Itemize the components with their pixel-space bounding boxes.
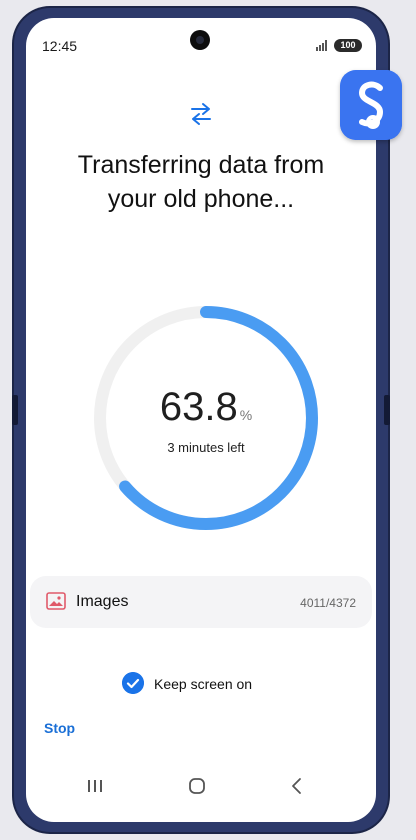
progress-value: 63.8 [159,385,238,429]
category-label: Images [76,593,129,610]
image-icon [46,592,66,610]
signal-icon [316,40,327,51]
page-title-line-2: your old phone... [107,185,295,213]
page-title-line-1: Transferring data from [77,151,325,179]
page-title: Transferring data from your old phone... [36,148,366,216]
stop-button[interactable]: Stop [44,720,75,736]
recent-apps-icon[interactable] [86,778,104,794]
progress-percentage: 63.8% [86,385,326,430]
time-remaining: 3 minutes left [167,440,245,455]
back-icon[interactable] [290,777,304,795]
battery-icon: 100 [334,39,362,52]
category-row-images: Images 4011/4372 [30,576,372,628]
transfer-arrows-icon [191,103,211,125]
check-circle-icon[interactable] [122,672,144,694]
phone-hinge-left [12,395,18,425]
front-camera [190,30,210,50]
phone-screen: 12:45 100 Transferring data from your ol… [26,18,376,822]
category-count: 4011/4372 [300,596,356,610]
home-icon[interactable] [188,777,206,795]
keep-screen-on-label[interactable]: Keep screen on [154,676,252,692]
navigation-bar [26,766,376,806]
phone-hinge-right [384,395,390,425]
progress-unit: % [239,407,253,423]
smart-switch-logo [340,70,402,140]
status-time: 12:45 [42,38,78,54]
